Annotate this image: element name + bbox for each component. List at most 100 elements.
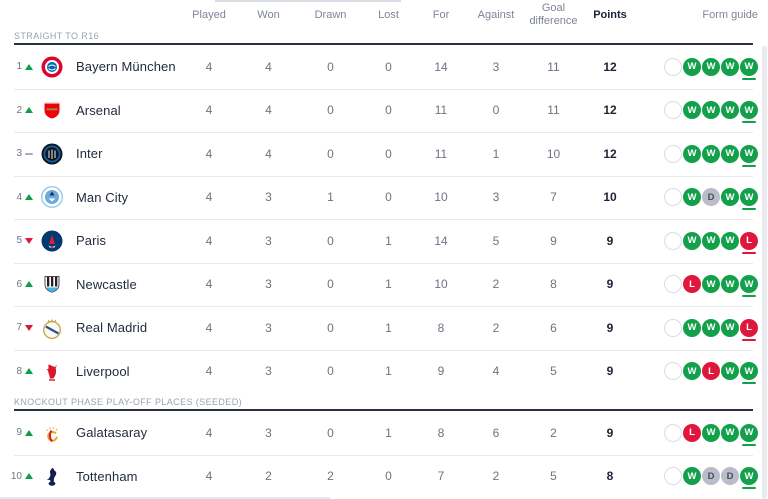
form-result-w: W	[721, 145, 739, 163]
team-name[interactable]: Man City	[68, 190, 180, 205]
form-result-w: W	[702, 101, 720, 119]
stat-lost: 1	[362, 234, 415, 248]
team-name[interactable]: Arsenal	[68, 103, 180, 118]
stat-for: 10	[415, 277, 467, 291]
column-header-points: Points	[582, 9, 638, 22]
team-name[interactable]: Liverpool	[68, 364, 180, 379]
stat-against: 4	[467, 364, 525, 378]
rank-up-icon	[25, 473, 33, 479]
stat-gd: 6	[525, 321, 582, 335]
paris-badge	[41, 230, 63, 252]
form-empty-slot	[664, 232, 682, 250]
form-result-w: W	[740, 467, 758, 485]
stat-lost: 0	[362, 60, 415, 74]
stat-points: 9	[582, 426, 638, 440]
stat-won: 4	[238, 60, 299, 74]
stat-for: 10	[415, 190, 467, 204]
rank-number: 9	[8, 427, 22, 438]
form-result-w: W	[721, 188, 739, 206]
stat-for: 7	[415, 469, 467, 483]
stat-won: 3	[238, 277, 299, 291]
stat-for: 14	[415, 234, 467, 248]
team-row[interactable]: 6Newcastle430110289LWWW	[0, 263, 768, 307]
galatasaray-badge	[41, 422, 63, 444]
form-result-d: D	[702, 188, 720, 206]
stat-gd: 11	[525, 103, 582, 117]
scrollbar[interactable]	[762, 46, 767, 499]
stat-against: 2	[467, 321, 525, 335]
column-header-for: For	[415, 9, 467, 22]
form-result-d: D	[721, 467, 739, 485]
team-row[interactable]: 10Tottenham42207258WDDW	[0, 455, 768, 499]
team-row[interactable]: 8Liverpool43019459WLWW	[0, 350, 768, 394]
stat-against: 5	[467, 234, 525, 248]
stat-for: 8	[415, 426, 467, 440]
stat-won: 2	[238, 469, 299, 483]
form-result-w: W	[740, 58, 758, 76]
standings-table: PlayedWonDrawnLostForAgainstGoal differe…	[0, 0, 768, 499]
form-empty-slot	[664, 362, 682, 380]
stat-points: 8	[582, 469, 638, 483]
team-row[interactable]: 7Real Madrid43018269WWWL	[0, 306, 768, 350]
team-row[interactable]: 9Galatasaray43018629LWWW	[0, 411, 768, 455]
stat-gd: 7	[525, 190, 582, 204]
stat-played: 4	[180, 277, 238, 291]
stat-points: 12	[582, 103, 638, 117]
stat-against: 2	[467, 277, 525, 291]
stat-drawn: 0	[299, 364, 362, 378]
form-result-w: W	[683, 362, 701, 380]
team-row[interactable]: 2Arsenal44001101112WWWW	[0, 89, 768, 133]
form-result-w: W	[702, 58, 720, 76]
real-madrid-badge	[41, 317, 63, 339]
form-guide: WWWL	[638, 319, 768, 337]
stat-drawn: 0	[299, 426, 362, 440]
stat-gd: 5	[525, 364, 582, 378]
rank-same-icon	[25, 153, 33, 155]
team-row[interactable]: 1Bayern München44001431112WWWW	[0, 45, 768, 89]
cropped-element-divider	[215, 0, 401, 2]
team-name[interactable]: Bayern München	[68, 59, 180, 74]
rank-number: 2	[8, 105, 22, 116]
stat-gd: 11	[525, 60, 582, 74]
form-empty-slot	[664, 467, 682, 485]
form-guide: LWWW	[638, 424, 768, 442]
stat-for: 8	[415, 321, 467, 335]
team-name[interactable]: Tottenham	[68, 469, 180, 484]
form-result-w: W	[721, 232, 739, 250]
stat-gd: 2	[525, 426, 582, 440]
stat-against: 1	[467, 147, 525, 161]
form-result-w: W	[740, 188, 758, 206]
form-result-w: W	[683, 319, 701, 337]
form-result-l: L	[683, 424, 701, 442]
stat-points: 9	[582, 277, 638, 291]
stat-drawn: 0	[299, 60, 362, 74]
team-name[interactable]: Galatasaray	[68, 425, 180, 440]
stat-for: 9	[415, 364, 467, 378]
form-guide: WWWW	[638, 145, 768, 163]
form-guide: LWWW	[638, 275, 768, 293]
rank-number: 5	[8, 235, 22, 246]
section-header: KNOCKOUT PHASE PLAY-OFF PLACES (SEEDED)	[0, 393, 753, 411]
rank-number: 4	[8, 192, 22, 203]
form-result-w: W	[683, 188, 701, 206]
column-header-won: Won	[238, 9, 299, 22]
form-result-w: W	[721, 58, 739, 76]
stat-against: 3	[467, 60, 525, 74]
newcastle-badge	[41, 273, 63, 295]
team-name[interactable]: Inter	[68, 146, 180, 161]
stat-against: 2	[467, 469, 525, 483]
form-result-w: W	[683, 467, 701, 485]
stat-lost: 1	[362, 364, 415, 378]
team-name[interactable]: Paris	[68, 233, 180, 248]
stat-played: 4	[180, 103, 238, 117]
team-row[interactable]: 3Inter44001111012WWWW	[0, 132, 768, 176]
rank-number: 7	[8, 322, 22, 333]
team-row[interactable]: 5Paris430114599WWWL	[0, 219, 768, 263]
team-row[interactable]: 4Man City4310103710WDWW	[0, 176, 768, 220]
stat-for: 11	[415, 147, 467, 161]
team-name[interactable]: Newcastle	[68, 277, 180, 292]
form-guide: WLWW	[638, 362, 768, 380]
team-name[interactable]: Real Madrid	[68, 320, 180, 335]
table-body: STRAIGHT TO R161Bayern München4400143111…	[0, 30, 768, 498]
stat-against: 0	[467, 103, 525, 117]
